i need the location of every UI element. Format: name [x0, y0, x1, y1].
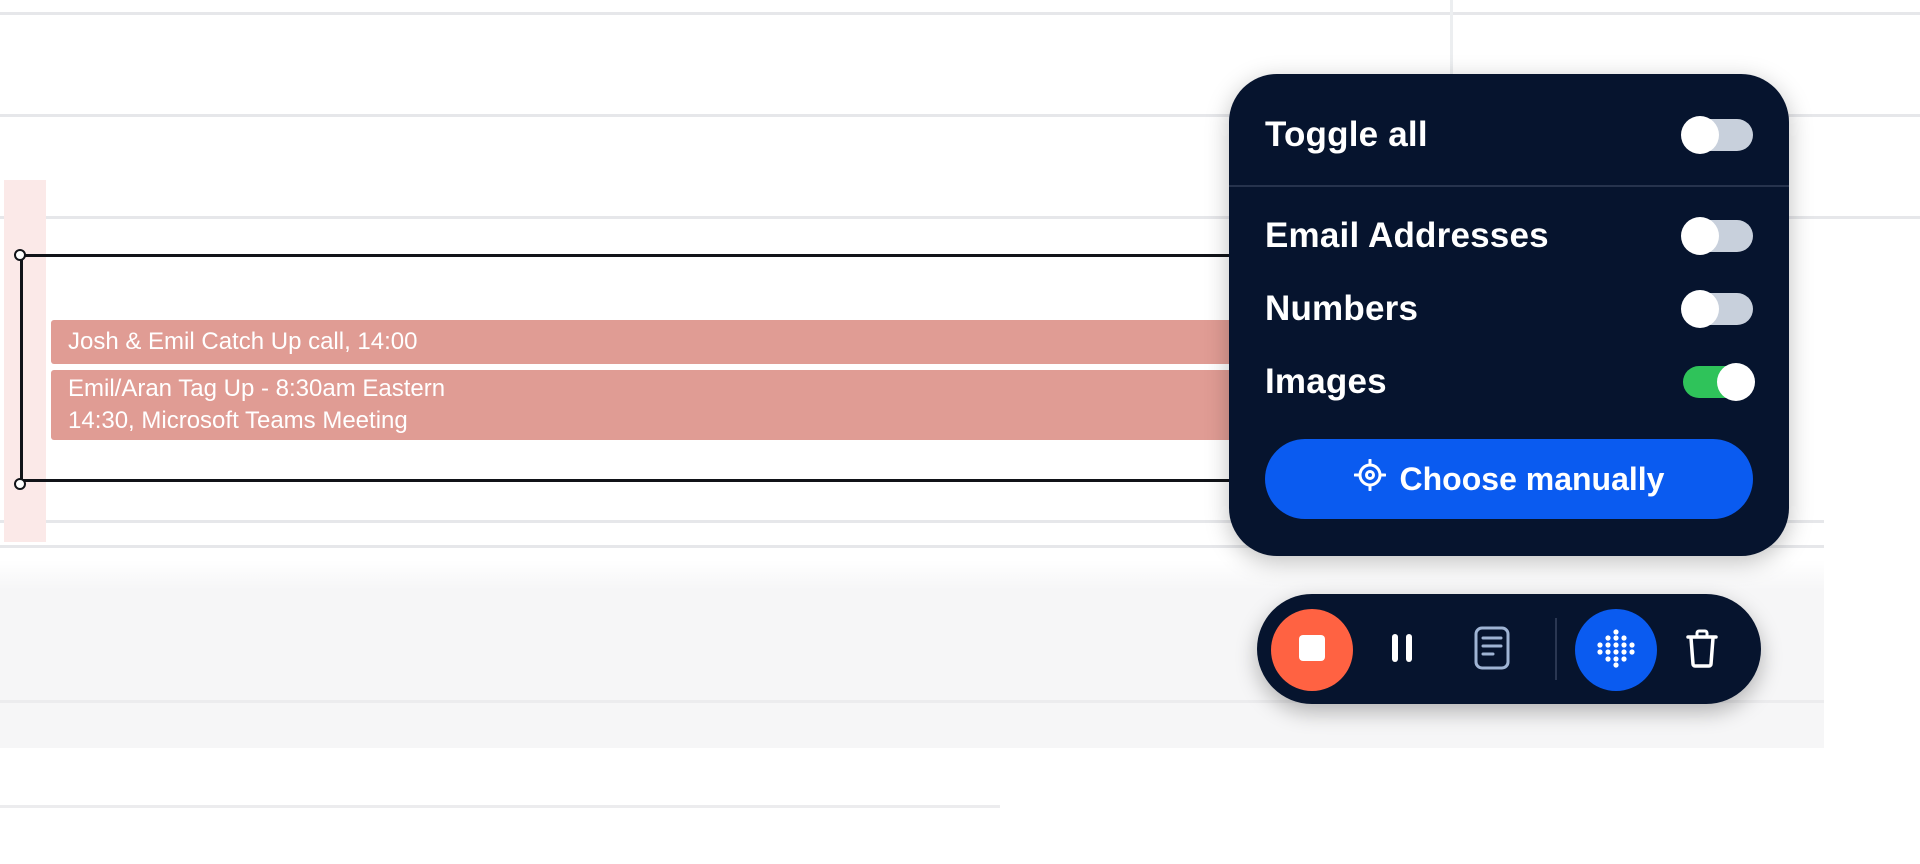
choose-manually-button[interactable]: Choose manually	[1265, 439, 1753, 519]
screen: Josh & Emil Catch Up call, 14:00 Emil/Ar…	[0, 0, 1920, 864]
recording-toolbar	[1257, 594, 1761, 704]
selection-handle-bottom-left[interactable]	[14, 478, 26, 490]
keypad-icon	[1596, 628, 1636, 673]
selection-box[interactable]	[20, 254, 1260, 482]
choose-manually-label: Choose manually	[1399, 460, 1665, 497]
blur-options-popup: Toggle all Email Addresses Numbers Image…	[1229, 74, 1789, 556]
toggle-all-switch[interactable]	[1681, 116, 1753, 154]
option-label-images: Images	[1265, 362, 1387, 401]
toggle-all-label: Toggle all	[1265, 115, 1428, 154]
toggle-knob	[1681, 116, 1719, 154]
option-label-email: Email Addresses	[1265, 216, 1549, 255]
toolbar-separator	[1555, 618, 1557, 680]
blur-tool-button[interactable]	[1575, 609, 1657, 691]
stop-button[interactable]	[1271, 609, 1353, 691]
notes-button[interactable]	[1451, 609, 1533, 691]
pause-icon	[1389, 632, 1415, 669]
toggle-knob	[1717, 363, 1755, 401]
selection-handle-top-left[interactable]	[14, 249, 26, 261]
option-label-numbers: Numbers	[1265, 289, 1419, 328]
email-toggle[interactable]	[1681, 217, 1753, 255]
toggle-all-row: Toggle all	[1265, 110, 1753, 160]
images-toggle[interactable]	[1683, 363, 1755, 401]
option-row-numbers: Numbers	[1265, 284, 1753, 334]
target-icon	[1353, 458, 1387, 499]
grid-line	[0, 12, 1920, 15]
stop-icon	[1297, 633, 1327, 668]
blurred-area	[0, 560, 1824, 590]
trash-icon	[1685, 628, 1719, 673]
delete-button[interactable]	[1661, 609, 1743, 691]
numbers-toggle[interactable]	[1681, 290, 1753, 328]
option-row-email: Email Addresses	[1265, 211, 1753, 261]
toggle-knob	[1681, 290, 1719, 328]
pause-button[interactable]	[1361, 609, 1443, 691]
notes-icon	[1474, 626, 1510, 675]
toggle-knob	[1681, 217, 1719, 255]
grid-line	[0, 805, 1000, 808]
option-row-images: Images	[1265, 357, 1755, 407]
divider	[1229, 185, 1789, 187]
